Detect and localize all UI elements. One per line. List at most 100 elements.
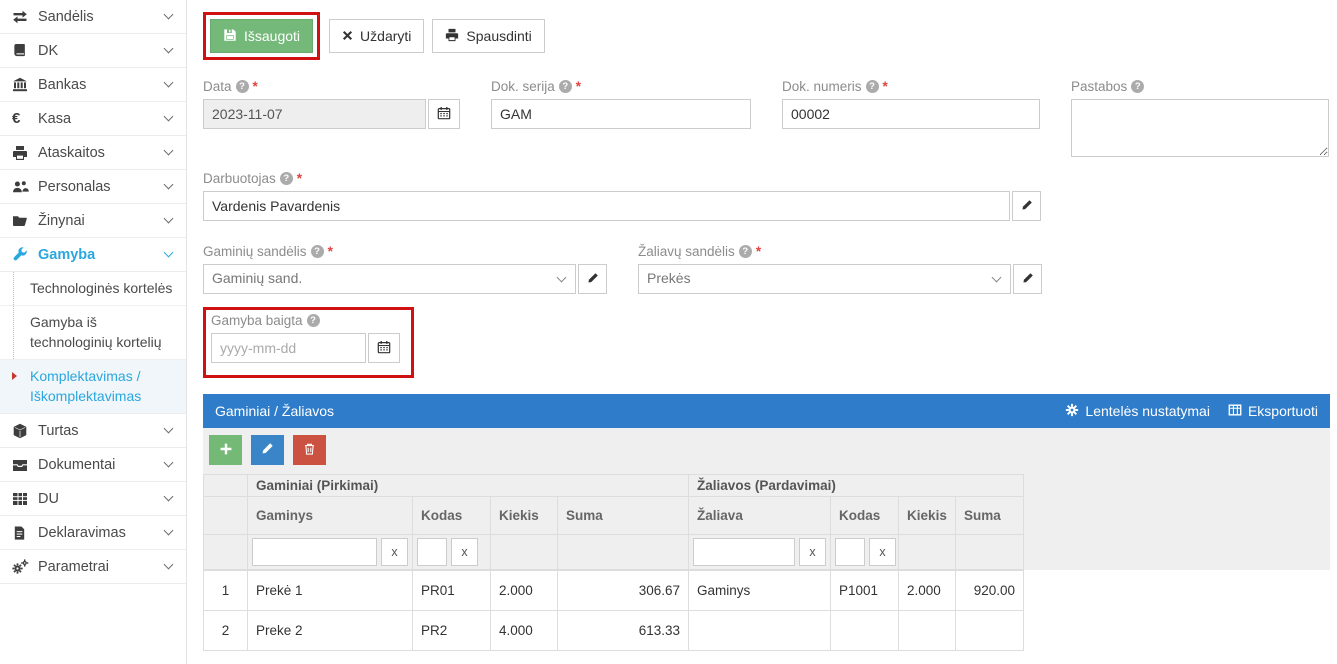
label-text: Gamyba baigta bbox=[211, 313, 303, 328]
sidebar-item-du[interactable]: DU bbox=[0, 482, 186, 516]
edit-row-button[interactable] bbox=[251, 435, 284, 465]
sidebar-item-personalas[interactable]: Personalas bbox=[0, 170, 186, 204]
sidebar-item-bankas[interactable]: Bankas bbox=[0, 68, 186, 102]
edit-zaliavu-sandelis-button[interactable] bbox=[1013, 264, 1042, 294]
close-button-label: Uždaryti bbox=[360, 28, 411, 44]
print-button[interactable]: Spausdinti bbox=[432, 19, 544, 53]
label-text: Dok. numeris bbox=[782, 79, 862, 94]
sidebar-item-dk[interactable]: DK bbox=[0, 34, 186, 68]
field-gamyba-baigta: Gamyba baigta ? bbox=[211, 313, 400, 363]
filter-kodas-input[interactable] bbox=[417, 538, 447, 566]
zaliavu-sandelis-select[interactable]: Prekės bbox=[638, 264, 1011, 294]
add-row-button[interactable] bbox=[209, 435, 242, 465]
table-settings-link[interactable]: Lentelės nustatymai bbox=[1065, 403, 1210, 420]
sidebar-subitem-komplektavimas[interactable]: Komplektavimas / Iškomplektavimas bbox=[0, 360, 186, 413]
sidebar-item-ataskaitos[interactable]: Ataskaitos bbox=[0, 136, 186, 170]
cell-gaminys: Prekė 1 bbox=[248, 571, 413, 611]
cell-kiekis: 4.000 bbox=[491, 611, 558, 651]
help-icon: ? bbox=[236, 80, 249, 93]
annotation-box-gamyba-baigta: Gamyba baigta ? bbox=[203, 307, 414, 378]
filter-zaliava-input[interactable] bbox=[693, 538, 795, 566]
chevron-down-icon bbox=[992, 273, 1002, 283]
sidebar-item-label: Bankas bbox=[38, 77, 86, 93]
trash-icon bbox=[303, 442, 316, 459]
dok-numeris-input[interactable] bbox=[782, 99, 1040, 129]
gear-icon bbox=[1065, 403, 1079, 420]
chevron-down-icon bbox=[164, 492, 174, 502]
row-number-header bbox=[204, 475, 248, 497]
clear-filter-button[interactable]: x bbox=[799, 538, 826, 566]
items-panel: Gaminiai / Žaliavos Lentelės nustatymai … bbox=[203, 394, 1330, 664]
grid-header-table: Gaminiai (Pirkimai) Žaliavos (Pardavimai… bbox=[203, 474, 1024, 570]
save-button-label: Išsaugoti bbox=[244, 28, 300, 44]
sidebar-item-sandelis[interactable]: Sandėlis bbox=[0, 0, 186, 34]
required-mark: * bbox=[297, 171, 302, 186]
sidebar-item-dokumentai[interactable]: Dokumentai bbox=[0, 448, 186, 482]
chevron-down-icon bbox=[164, 458, 174, 468]
sidebar-subitem-gamyba-is-technologiniu-korteliu[interactable]: Gamyba iš technologinių kortelių bbox=[0, 306, 186, 360]
col-kiekis-2: Kiekis bbox=[899, 497, 956, 535]
data-input[interactable] bbox=[203, 99, 426, 129]
select-value: Prekės bbox=[647, 270, 691, 286]
edit-darbuotojas-button[interactable] bbox=[1012, 191, 1041, 221]
sidebar-subitem-technologines-korteles[interactable]: Technologinės kortelės bbox=[0, 272, 186, 306]
filter-row: x x x x bbox=[204, 535, 1024, 570]
gaminiu-sandelis-select[interactable]: Gaminių sand. bbox=[203, 264, 576, 294]
filter-gaminys-input[interactable] bbox=[252, 538, 377, 566]
sidebar-item-parametrai[interactable]: Parametrai bbox=[0, 550, 186, 584]
gears-icon bbox=[12, 559, 38, 575]
sidebar-item-gamyba[interactable]: Gamyba bbox=[0, 238, 186, 272]
export-link[interactable]: Eksportuoti bbox=[1228, 403, 1318, 420]
gamyba-baigta-input[interactable] bbox=[211, 333, 366, 363]
delete-row-button[interactable] bbox=[293, 435, 326, 465]
cell-zaliava: Gaminys bbox=[689, 571, 831, 611]
sidebar-item-label: Personalas bbox=[38, 179, 111, 195]
help-icon: ? bbox=[559, 80, 572, 93]
field-gaminiu-sandelis-label: Gaminių sandėlis ? * bbox=[203, 244, 607, 259]
subitem-label: Technologinės kortelės bbox=[30, 280, 172, 296]
sidebar-item-deklaravimas[interactable]: Deklaravimas bbox=[0, 516, 186, 550]
edit-gaminiu-sandelis-button[interactable] bbox=[578, 264, 607, 294]
sidebar-item-label: Sandėlis bbox=[38, 9, 94, 25]
sidebar-item-kasa[interactable]: € Kasa bbox=[0, 102, 186, 136]
sidebar-item-zinynai[interactable]: Žinynai bbox=[0, 204, 186, 238]
cell-kodas-2: P1001 bbox=[831, 571, 899, 611]
clear-filter-button[interactable]: x bbox=[869, 538, 896, 566]
cell-suma: 613.33 bbox=[558, 611, 689, 651]
pencil-icon bbox=[587, 272, 599, 287]
table-row[interactable]: 1 Prekė 1 PR01 2.000 306.67 Gaminys P100… bbox=[204, 571, 1024, 611]
table-row[interactable]: 2 Preke 2 PR2 4.000 613.33 bbox=[204, 611, 1024, 651]
app-window: Sandėlis DK Bankas € Kasa Ata bbox=[0, 0, 1337, 664]
field-gaminiu-sandelis: Gaminių sandėlis ? * Gaminių sand. bbox=[203, 244, 607, 294]
sidebar-item-label: Gamyba bbox=[38, 247, 95, 263]
label-text: Darbuotojas bbox=[203, 171, 276, 186]
field-zaliavu-sandelis: Žaliavų sandėlis ? * Prekės bbox=[638, 244, 1042, 294]
pencil-icon bbox=[261, 442, 274, 458]
filter-kodas-2-input[interactable] bbox=[835, 538, 865, 566]
col-suma-2: Suma bbox=[956, 497, 1024, 535]
grid-body-zone: 1 Prekė 1 PR01 2.000 306.67 Gaminys P100… bbox=[203, 570, 1330, 664]
required-mark: * bbox=[328, 244, 333, 259]
field-data-label: Data ? * bbox=[203, 79, 460, 94]
save-button[interactable]: Išsaugoti bbox=[210, 19, 313, 53]
sidebar-item-turtas[interactable]: Turtas bbox=[0, 414, 186, 448]
calendar-button[interactable] bbox=[368, 333, 400, 363]
sidebar-item-label: DU bbox=[38, 491, 59, 507]
field-pastabos: Pastabos ? bbox=[1071, 79, 1329, 157]
clear-filter-button[interactable]: x bbox=[451, 538, 478, 566]
chevron-down-icon bbox=[164, 44, 174, 54]
darbuotojas-input[interactable] bbox=[203, 191, 1010, 221]
label-text: Žaliavų sandėlis bbox=[638, 244, 735, 259]
pastabos-textarea[interactable] bbox=[1071, 99, 1329, 157]
caret-right-icon bbox=[12, 372, 17, 380]
chevron-down-icon bbox=[557, 273, 567, 283]
close-button[interactable]: Uždaryti bbox=[329, 19, 424, 53]
close-icon bbox=[342, 28, 353, 44]
col-kodas: Kodas bbox=[413, 497, 491, 535]
cell-kiekis-2: 2.000 bbox=[899, 571, 956, 611]
calendar-button[interactable] bbox=[428, 99, 460, 129]
clear-filter-button[interactable]: x bbox=[381, 538, 408, 566]
form-row-4: Gamyba baigta ? bbox=[203, 307, 1330, 378]
dok-serija-input[interactable] bbox=[491, 99, 751, 129]
chevron-down-icon bbox=[164, 180, 174, 190]
